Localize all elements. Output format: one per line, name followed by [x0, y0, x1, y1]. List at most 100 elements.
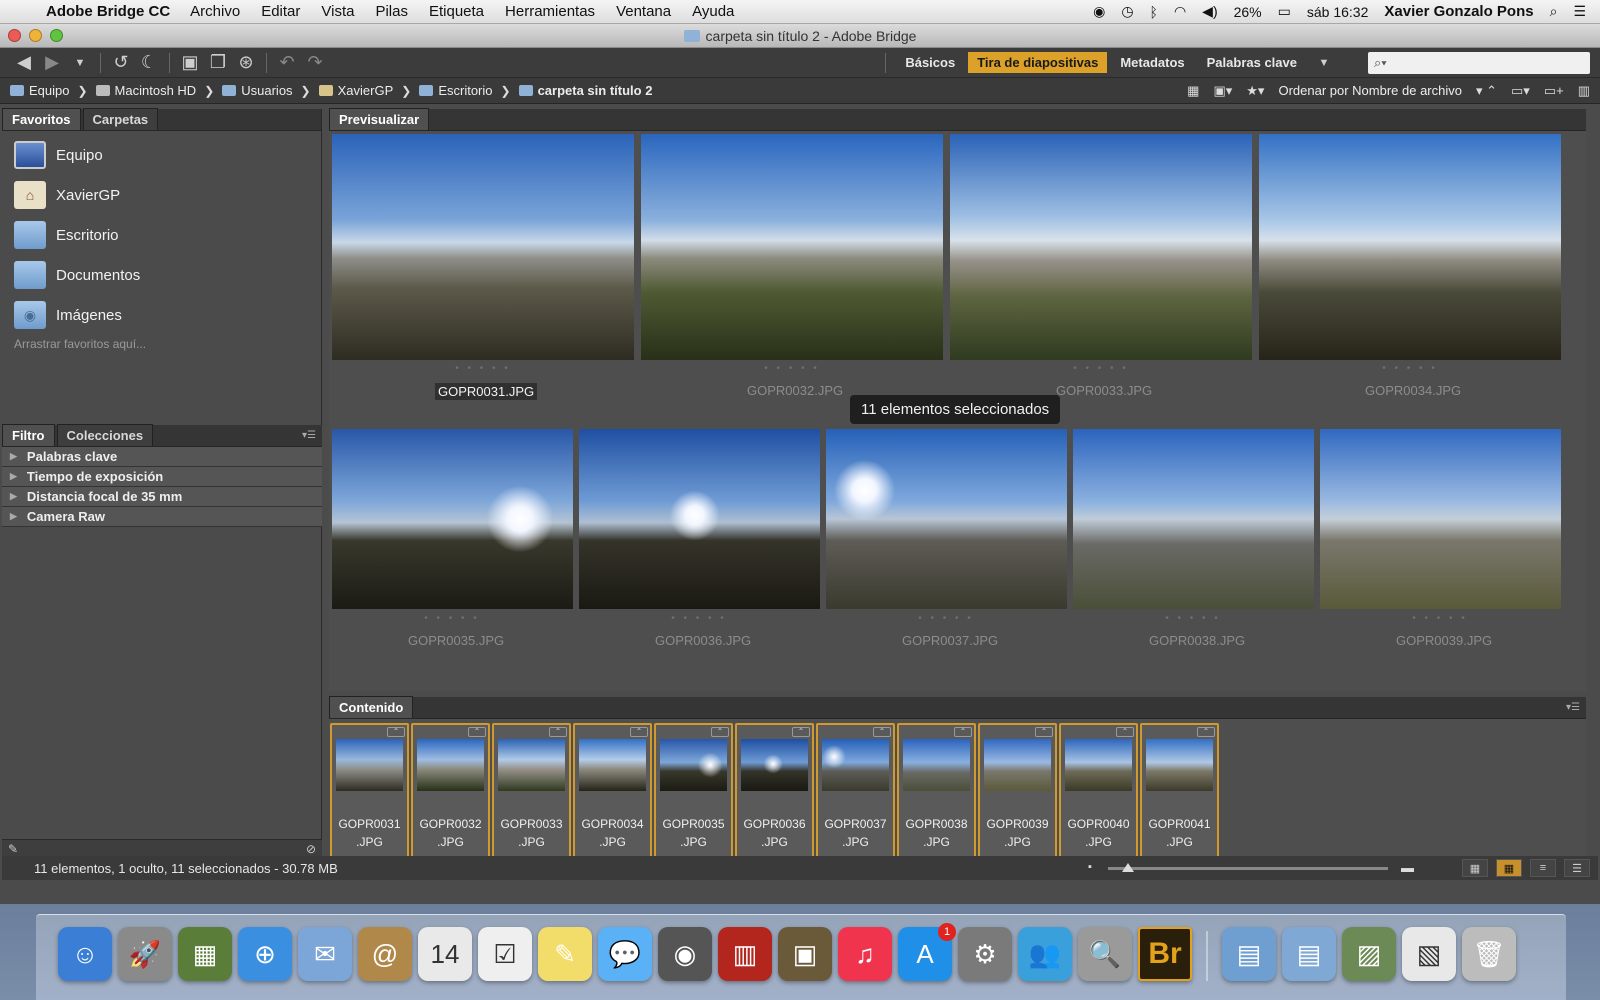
- tab-colecciones[interactable]: Colecciones: [56, 424, 154, 446]
- filmstrip-thumbnail[interactable]: [579, 739, 646, 791]
- photo-booth-icon[interactable]: ▥: [718, 927, 772, 981]
- messenger-icon[interactable]: 👥: [1018, 927, 1072, 981]
- rating-dots[interactable]: • • • • •: [402, 613, 502, 624]
- clock[interactable]: sáb 16:32: [1307, 4, 1369, 20]
- view-details-icon[interactable]: ≡: [1530, 859, 1556, 877]
- menu-ventana[interactable]: Ventana: [616, 3, 671, 20]
- rotate-left-icon[interactable]: ↶: [273, 52, 301, 74]
- filmstrip-thumbnail[interactable]: [903, 739, 970, 791]
- disclosure-triangle-icon[interactable]: ▶: [10, 471, 17, 482]
- wifi-icon[interactable]: ◠: [1174, 3, 1186, 20]
- boomerang-icon[interactable]: ↺: [107, 52, 135, 74]
- edit-badge-icon[interactable]: ⌃: [792, 727, 810, 737]
- filter-distancia-focal[interactable]: ▶ Distancia focal de 35 mm: [2, 487, 322, 507]
- applications-folder-icon[interactable]: ▤: [1222, 927, 1276, 981]
- thumbnail-quality-icon[interactable]: ▣▾: [1213, 83, 1232, 99]
- tab-filtro[interactable]: Filtro: [2, 424, 55, 446]
- filter-tiempo-exposicion[interactable]: ▶ Tiempo de exposición: [2, 467, 322, 487]
- breadcrumb-xaviergp[interactable]: XavierGP: [318, 83, 393, 98]
- trash-icon[interactable]: 🗑: [1462, 927, 1516, 981]
- menu-editar[interactable]: Editar: [261, 3, 300, 20]
- quality-icon[interactable]: ▦: [1187, 83, 1199, 99]
- delete-icon[interactable]: ▥: [1578, 83, 1590, 99]
- favorite-equipo[interactable]: Equipo: [2, 135, 321, 175]
- filmstrip-item[interactable]: ⌃ GOPR0038 .JPG: [897, 723, 976, 863]
- disclosure-triangle-icon[interactable]: ▶: [10, 451, 17, 462]
- filmstrip-thumbnail[interactable]: [1146, 739, 1213, 791]
- filmstrip-thumbnail[interactable]: [660, 739, 727, 791]
- filmstrip-item[interactable]: ⌃ GOPR0032 .JPG: [411, 723, 490, 863]
- edit-badge-icon[interactable]: ⌃: [549, 727, 567, 737]
- star-filter-icon[interactable]: ★▾: [1246, 83, 1264, 99]
- edit-badge-icon[interactable]: ⌃: [1197, 727, 1215, 737]
- filmstrip-item[interactable]: ⌃ GOPR0031 .JPG: [330, 723, 409, 863]
- battery-percent[interactable]: 26%: [1234, 4, 1262, 20]
- edit-badge-icon[interactable]: ⌃: [873, 727, 891, 737]
- edit-badge-icon[interactable]: ⌃: [1116, 727, 1134, 737]
- creative-cloud-icon[interactable]: ⊛: [232, 52, 260, 74]
- sort-ascending-icon[interactable]: ▾ ⌃: [1476, 83, 1497, 99]
- favorite-xaviergp[interactable]: ⌂ XavierGP: [2, 175, 321, 215]
- minimize-button[interactable]: [29, 29, 42, 42]
- filmstrip-item[interactable]: ⌃ GOPR0039 .JPG: [978, 723, 1057, 863]
- thumbnail-caption[interactable]: GOPR0032.JPG: [747, 383, 843, 398]
- filmstrip-thumbnail[interactable]: [984, 739, 1051, 791]
- preview-image[interactable]: [1259, 134, 1561, 360]
- small-thumb-icon[interactable]: ▪: [1088, 861, 1092, 873]
- launchpad-icon[interactable]: 🚀: [118, 927, 172, 981]
- edit-badge-icon[interactable]: ⌃: [468, 727, 486, 737]
- time-machine-icon[interactable]: ◷: [1121, 3, 1133, 20]
- slider-track[interactable]: [1108, 867, 1388, 870]
- downloads-stack-icon[interactable]: ▧: [1402, 927, 1456, 981]
- thumbnail-caption[interactable]: GOPR0035.JPG: [408, 633, 504, 648]
- rating-dots[interactable]: • • • • •: [1051, 363, 1151, 374]
- preview-image[interactable]: [950, 134, 1252, 360]
- edit-badge-icon[interactable]: ⌃: [387, 727, 405, 737]
- tab-carpetas[interactable]: Carpetas: [82, 108, 159, 130]
- iphoto-icon[interactable]: ▣: [778, 927, 832, 981]
- sort-dropdown[interactable]: Ordenar por Nombre de archivo: [1278, 83, 1462, 98]
- contacts-icon[interactable]: @: [358, 927, 412, 981]
- notification-center-icon[interactable]: ☰: [1573, 3, 1586, 20]
- pin-icon[interactable]: ✎: [8, 842, 18, 856]
- tab-favoritos[interactable]: Favoritos: [2, 108, 81, 130]
- open-recent-folder-icon[interactable]: ▭▾: [1511, 83, 1530, 99]
- breadcrumb-current-folder[interactable]: carpeta sin título 2: [518, 83, 652, 98]
- battery-icon[interactable]: ▭: [1278, 3, 1291, 20]
- favorite-documentos[interactable]: Documentos: [2, 255, 321, 295]
- filter-palabras-clave[interactable]: ▶ Palabras clave: [2, 447, 322, 467]
- reminders-icon[interactable]: ☑: [478, 927, 532, 981]
- preview-image[interactable]: [332, 134, 634, 360]
- safari-icon[interactable]: ⊕: [238, 927, 292, 981]
- clear-filter-icon[interactable]: ⊘: [306, 842, 316, 856]
- image-stack-icon[interactable]: ▨: [1342, 927, 1396, 981]
- menu-herramientas[interactable]: Herramientas: [505, 3, 595, 20]
- rotate-icon[interactable]: ☾: [135, 52, 163, 74]
- view-thumbnails-icon[interactable]: ▦: [1496, 859, 1522, 877]
- adobe-bridge-icon[interactable]: Br: [1138, 927, 1192, 981]
- slider-knob[interactable]: [1122, 863, 1134, 872]
- preview-image[interactable]: [826, 429, 1067, 609]
- app-menu[interactable]: Adobe Bridge CC: [46, 3, 170, 20]
- system-preferences-icon[interactable]: ⚙: [958, 927, 1012, 981]
- preview-icon[interactable]: 🔍: [1078, 927, 1132, 981]
- filmstrip-thumbnail[interactable]: [741, 739, 808, 791]
- app-store-icon[interactable]: A1: [898, 923, 956, 981]
- new-folder-icon[interactable]: ▭+: [1544, 83, 1564, 99]
- workspace-tira-de-diapositivas[interactable]: Tira de diapositivas: [968, 52, 1108, 73]
- refine-icon[interactable]: ❐: [204, 52, 232, 74]
- disclosure-triangle-icon[interactable]: ▶: [10, 491, 17, 502]
- photo-browser-icon[interactable]: ▦: [178, 927, 232, 981]
- rotate-right-icon[interactable]: ↷: [301, 52, 329, 74]
- camera-download-icon[interactable]: ▣: [176, 52, 204, 74]
- volume-icon[interactable]: ◀): [1202, 3, 1217, 20]
- disclosure-triangle-icon[interactable]: ▶: [10, 511, 17, 522]
- menu-archivo[interactable]: Archivo: [190, 3, 240, 20]
- panel-menu-icon[interactable]: ▾☰: [1560, 702, 1586, 718]
- menu-etiqueta[interactable]: Etiqueta: [429, 3, 484, 20]
- view-list-icon[interactable]: ☰: [1564, 859, 1590, 877]
- filmstrip-item[interactable]: ⌃ GOPR0035 .JPG: [654, 723, 733, 863]
- zoom-button[interactable]: [50, 29, 63, 42]
- user-name[interactable]: Xavier Gonzalo Pons: [1384, 3, 1533, 20]
- filmstrip-thumbnail[interactable]: [417, 739, 484, 791]
